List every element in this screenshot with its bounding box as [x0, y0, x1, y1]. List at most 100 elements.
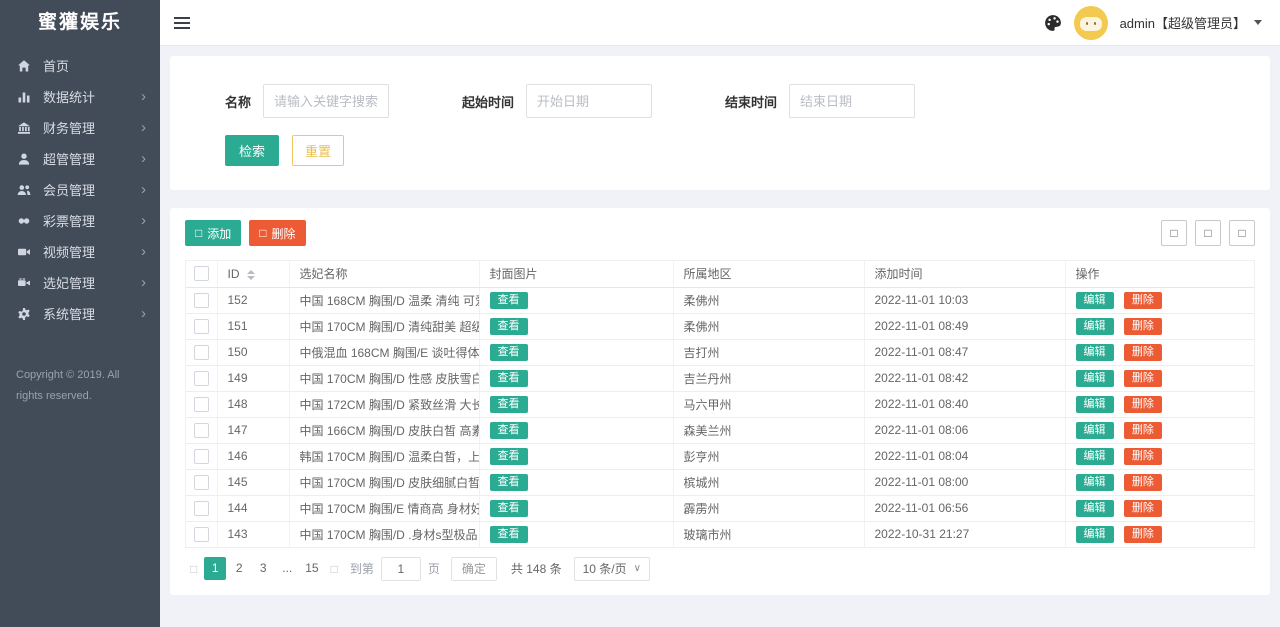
edit-button[interactable]: 编辑 — [1076, 292, 1114, 309]
row-delete-button[interactable]: 删除 — [1124, 500, 1162, 517]
col-header-time: 添加时间 — [864, 261, 1065, 287]
edit-button[interactable]: 编辑 — [1076, 396, 1114, 413]
sidebar-item[interactable]: 财务管理 › — [0, 112, 160, 143]
sidebar-item[interactable]: 首页 › — [0, 50, 160, 81]
row-delete-button[interactable]: 删除 — [1124, 344, 1162, 361]
row-delete-button[interactable]: 删除 — [1124, 422, 1162, 439]
hamburger-menu-icon[interactable] — [172, 10, 194, 36]
sidebar-item-label: 选妃管理 — [43, 273, 141, 292]
reset-button[interactable]: 重置 — [292, 135, 344, 166]
end-date-input[interactable] — [789, 84, 915, 118]
app-logo: 蜜獾娱乐 — [0, 0, 160, 46]
view-cover-button[interactable]: 查看 — [490, 422, 528, 439]
view-cover-button[interactable]: 查看 — [490, 526, 528, 543]
row-checkbox[interactable] — [194, 345, 209, 360]
row-checkbox[interactable] — [194, 423, 209, 438]
row-checkbox[interactable] — [194, 397, 209, 412]
sidebar-item[interactable]: 选妃管理 › — [0, 267, 160, 298]
page-number[interactable]: 15 — [300, 557, 323, 580]
row-delete-button[interactable]: 删除 — [1124, 370, 1162, 387]
view-cover-button[interactable]: 查看 — [490, 370, 528, 387]
row-delete-button[interactable]: 删除 — [1124, 396, 1162, 413]
sidebar-item[interactable]: 彩票管理 › — [0, 205, 160, 236]
row-delete-button[interactable]: 删除 — [1124, 474, 1162, 491]
sidebar-item-icon — [16, 120, 32, 136]
edit-button[interactable]: 编辑 — [1076, 344, 1114, 361]
cell-time: 2022-10-31 21:27 — [864, 521, 1065, 547]
start-date-input[interactable] — [526, 84, 652, 118]
table-print-button[interactable]: □ — [1229, 220, 1255, 246]
edit-button[interactable]: 编辑 — [1076, 500, 1114, 517]
view-cover-button[interactable]: 查看 — [490, 292, 528, 309]
sidebar-item-icon — [16, 58, 32, 74]
avatar[interactable] — [1074, 6, 1108, 40]
sort-icon[interactable] — [247, 270, 255, 280]
row-checkbox[interactable] — [194, 293, 209, 308]
next-page-button[interactable]: □ — [326, 562, 343, 576]
row-delete-button[interactable]: 删除 — [1124, 318, 1162, 335]
goto-confirm-button[interactable]: 确定 — [451, 557, 497, 581]
theme-palette-icon[interactable] — [1044, 14, 1062, 32]
per-page-select[interactable]: 10 条/页 ∨ — [574, 557, 650, 581]
row-checkbox[interactable] — [194, 371, 209, 386]
page-number[interactable]: 1 — [204, 557, 226, 580]
select-all-checkbox[interactable] — [194, 266, 209, 281]
table-row: 152 中国 168CM 胸围/D 温柔 清纯 可爱 查看 柔佛州 2022-1… — [186, 287, 1254, 313]
row-checkbox[interactable] — [194, 449, 209, 464]
edit-button[interactable]: 编辑 — [1076, 318, 1114, 335]
sidebar-item-label: 会员管理 — [43, 180, 141, 199]
sidebar-item[interactable]: 数据统计 › — [0, 81, 160, 112]
goto-page-input[interactable] — [381, 557, 421, 581]
edit-button[interactable]: 编辑 — [1076, 526, 1114, 543]
sidebar-item[interactable]: 视频管理 › — [0, 236, 160, 267]
sidebar-item[interactable]: 超管管理 › — [0, 143, 160, 174]
row-delete-button[interactable]: 删除 — [1124, 292, 1162, 309]
page-unit-label: 页 — [428, 560, 440, 577]
edit-button[interactable]: 编辑 — [1076, 448, 1114, 465]
keyword-input[interactable] — [263, 84, 389, 118]
view-cover-button[interactable]: 查看 — [490, 344, 528, 361]
table-row: 143 中国 170CM 胸围/D .身材s型极品 皮肤... 查看 玻璃市州 … — [186, 521, 1254, 547]
page-number[interactable]: 3 — [252, 557, 274, 580]
cell-time: 2022-11-01 10:03 — [864, 287, 1065, 313]
cell-region: 彭亨州 — [673, 443, 864, 469]
view-cover-button[interactable]: 查看 — [490, 318, 528, 335]
cell-name: 中国 170CM 胸围/D 清纯甜美 超级配合 — [289, 313, 479, 339]
search-button[interactable]: 检索 — [225, 135, 279, 166]
cell-time: 2022-11-01 08:04 — [864, 443, 1065, 469]
sidebar-item-icon — [16, 151, 32, 167]
row-checkbox[interactable] — [194, 527, 209, 542]
user-menu[interactable]: admin【超级管理员】 — [1120, 13, 1246, 32]
row-delete-button[interactable]: 删除 — [1124, 526, 1162, 543]
add-button[interactable]: □ 添加 — [185, 220, 241, 246]
sidebar-item[interactable]: 系统管理 › — [0, 298, 160, 329]
edit-button[interactable]: 编辑 — [1076, 422, 1114, 439]
edit-button[interactable]: 编辑 — [1076, 370, 1114, 387]
page-number[interactable]: ... — [276, 557, 298, 580]
cell-name: 中俄混血 168CM 胸围/E 谈吐得体 举止... — [289, 339, 479, 365]
cell-time: 2022-11-01 08:00 — [864, 469, 1065, 495]
cell-region: 马六甲州 — [673, 391, 864, 417]
row-delete-button[interactable]: 删除 — [1124, 448, 1162, 465]
edit-button[interactable]: 编辑 — [1076, 474, 1114, 491]
sidebar-item[interactable]: 会员管理 › — [0, 174, 160, 205]
batch-delete-button[interactable]: □ 删除 — [249, 220, 305, 246]
col-header-name: 选妃名称 — [289, 261, 479, 287]
page-number[interactable]: 2 — [228, 557, 250, 580]
row-checkbox[interactable] — [194, 501, 209, 516]
row-checkbox[interactable] — [194, 319, 209, 334]
cell-name: 中国 170CM 胸围/D 性感 皮肤雪白 服... — [289, 365, 479, 391]
view-cover-button[interactable]: 查看 — [490, 396, 528, 413]
main-area: admin【超级管理员】 名称 起始时间 结束时间 — [160, 0, 1280, 627]
view-cover-button[interactable]: 查看 — [490, 448, 528, 465]
table-filter-button[interactable]: □ — [1161, 220, 1187, 246]
cell-time: 2022-11-01 08:06 — [864, 417, 1065, 443]
table-export-button[interactable]: □ — [1195, 220, 1221, 246]
sidebar-item-label: 首页 — [43, 56, 141, 75]
view-cover-button[interactable]: 查看 — [490, 500, 528, 517]
sidebar-item-icon — [16, 244, 32, 260]
table-row: 150 中俄混血 168CM 胸围/E 谈吐得体 举止... 查看 吉打州 20… — [186, 339, 1254, 365]
row-checkbox[interactable] — [194, 475, 209, 490]
view-cover-button[interactable]: 查看 — [490, 474, 528, 491]
prev-page-button[interactable]: □ — [185, 562, 202, 576]
